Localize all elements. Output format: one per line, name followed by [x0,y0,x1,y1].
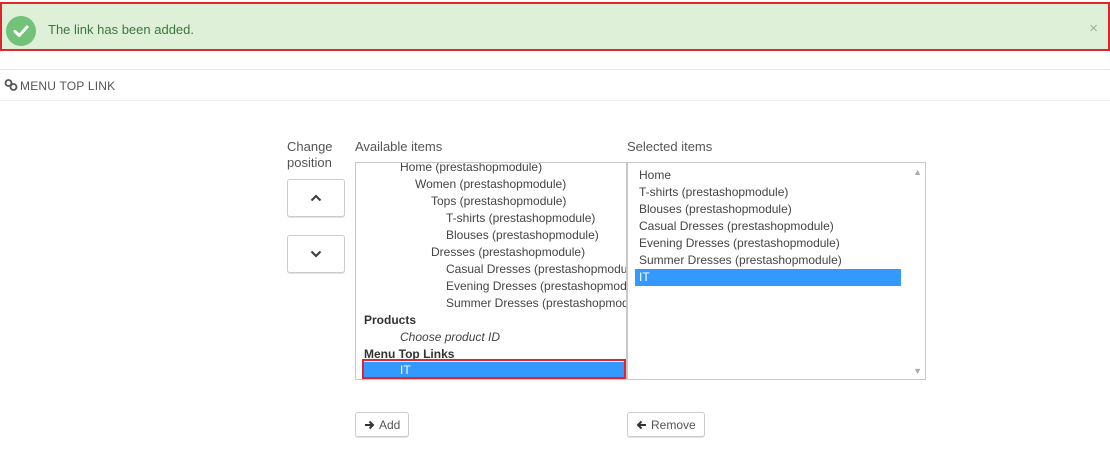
add-button-label: Add [379,417,401,432]
available-items-label: Available items [355,139,443,154]
arrow-left-icon [636,420,647,430]
selected-items-label: Selected items [627,139,713,154]
list-item[interactable]: Tops (prestashopmodule) [431,193,566,210]
alert-message: The link has been added. [48,22,194,37]
scroll-down-icon[interactable]: ▼ [913,366,922,376]
remove-button[interactable]: Remove [627,412,705,437]
list-item[interactable]: T-shirts (prestashopmodule) [446,210,595,227]
list-item[interactable]: Summer Dresses (prestashopmodule) [446,295,626,312]
optgroup-products: Products [364,313,417,327]
remove-button-label: Remove [651,417,696,432]
optgroup-menu-top-links: Menu Top Links [364,347,455,361]
list-item-selected[interactable]: IT [364,362,626,379]
selected-items-list[interactable]: Home T-shirts (prestashopmodule) Blouses… [627,162,926,380]
list-item[interactable]: Blouses (prestashopmodule) [446,227,599,244]
move-down-button[interactable] [287,235,345,273]
add-button[interactable]: Add [355,412,410,437]
list-item[interactable]: Casual Dresses (prestashopmodule) [446,261,626,278]
list-item[interactable]: Summer Dresses (prestashopmodule) [639,252,842,269]
available-items-list[interactable]: Home (prestashopmodule) Women (prestasho… [355,162,627,380]
panel-title: MENU TOP LINK [20,79,116,93]
change-position-label: Change position [287,139,333,170]
close-alert-button[interactable]: × [1089,20,1098,37]
chevron-up-icon [310,189,322,207]
list-item[interactable]: Choose product ID [400,329,500,346]
list-item-selected[interactable]: IT [635,269,901,286]
list-item[interactable]: Blouses (prestashopmodule) [639,201,792,218]
list-item[interactable]: Evening Dresses (prestashopmodule) [639,235,840,252]
list-item[interactable]: Dresses (prestashopmodule) [431,244,585,261]
check-circle-icon [6,16,36,46]
list-item[interactable]: Home (prestashopmodule) [400,163,542,176]
list-item[interactable]: T-shirts (prestashopmodule) [639,184,788,201]
move-up-button[interactable] [287,179,345,217]
chevron-down-icon [310,245,322,263]
list-item[interactable]: Home [639,167,671,184]
scroll-up-icon[interactable]: ▲ [913,167,922,177]
success-alert: The link has been added. × [0,2,1110,51]
arrow-right-icon [364,420,375,430]
list-item[interactable]: Evening Dresses (prestashopmodule) [446,278,626,295]
link-icon [4,78,18,97]
list-item[interactable]: Casual Dresses (prestashopmodule) [639,218,834,235]
panel-heading: MENU TOP LINK [0,69,1110,101]
list-item[interactable]: Women (prestashopmodule) [415,176,566,193]
